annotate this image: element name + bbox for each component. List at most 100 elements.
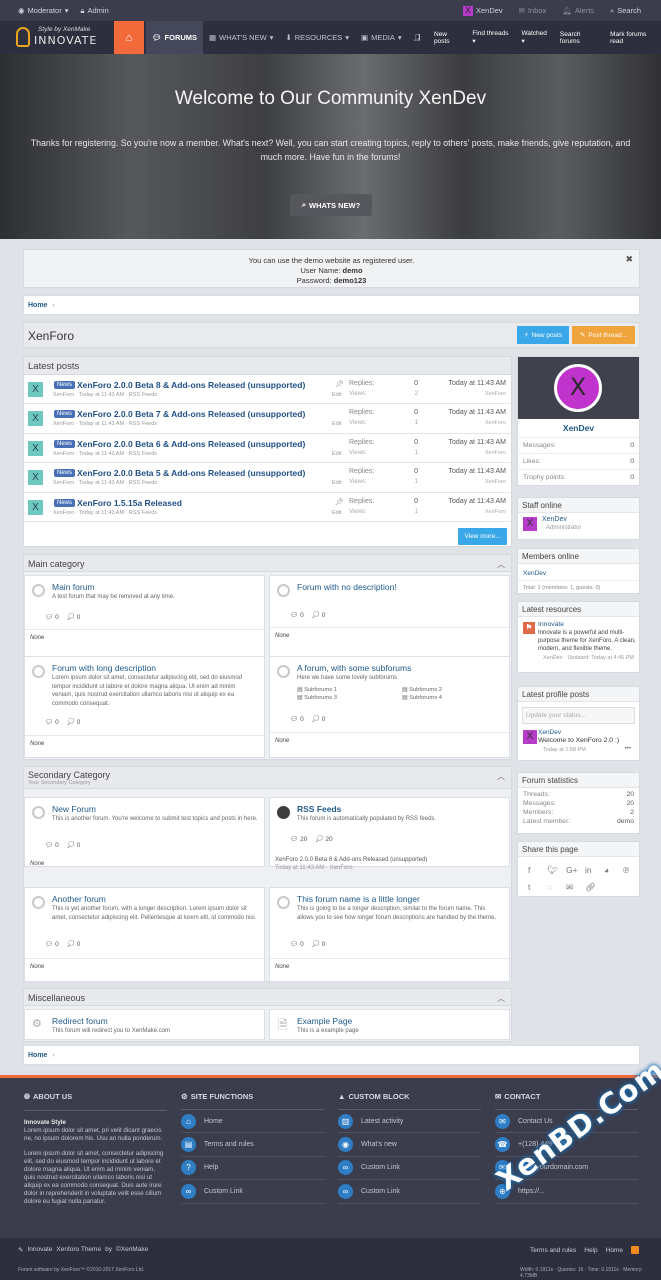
collapse-icon[interactable]: ︿ <box>497 771 505 782</box>
link-icon[interactable]: 🔗︎ <box>585 882 604 893</box>
subforum-link[interactable]: ▤ Subforums 1 <box>297 687 402 693</box>
tumblr-icon[interactable]: t <box>528 882 547 893</box>
last-post-user[interactable]: XenForo <box>485 509 506 515</box>
forum-card[interactable]: New Forum This is another forum. You're … <box>24 797 265 867</box>
forum-card[interactable]: This forum name is a little longer This … <box>269 887 510 982</box>
user-avatar[interactable]: X <box>28 470 43 486</box>
category-title[interactable]: Secondary Category <box>28 770 507 780</box>
forum-name[interactable]: New Forum <box>52 804 96 814</box>
category-title[interactable]: Miscellaneous <box>28 993 85 1003</box>
footer-link[interactable]: ∞ Custom Link <box>338 1157 481 1181</box>
forum-name[interactable]: Example Page <box>297 1016 352 1026</box>
whatsapp-icon[interactable]: ◌ <box>547 882 566 893</box>
forum-card[interactable]: A forum, with some subforums Here we hav… <box>269 656 510 758</box>
forum-name[interactable]: This forum name is a little longer <box>297 894 420 904</box>
close-icon[interactable]: ✖ <box>625 254 633 264</box>
profile-avatar[interactable]: X <box>554 364 602 412</box>
subnav-mark-read[interactable]: Mark forums read <box>610 31 661 45</box>
forum-name[interactable]: A forum, with some subforums <box>297 663 411 673</box>
reddit-icon[interactable]: ◕ <box>604 865 623 876</box>
footer-link[interactable]: ▤ Terms and rules <box>181 1133 324 1157</box>
forum-card[interactable]: Forum with long description Lorem ipsum … <box>24 656 265 758</box>
view-more-button[interactable]: View more... <box>458 528 507 545</box>
latest-post-row[interactable]: X News XenForo 2.0.0 Beta 8 & Add-ons Rele… <box>24 375 511 405</box>
subnav-watched[interactable]: Watched ▾ <box>521 30 551 45</box>
footer-link[interactable]: ∞ Custom Link <box>338 1180 481 1204</box>
forum-card[interactable]: RSS Feeds This forum is automatically po… <box>269 797 510 871</box>
user-menu[interactable]: X XenDev <box>462 5 503 16</box>
breadcrumb-home[interactable]: Home <box>28 302 47 309</box>
latest-post-row[interactable]: X News XenForo 2.0.0 Beta 6 & Add-ons Rele… <box>24 434 511 464</box>
footer-link[interactable]: ∞ Custom Link <box>181 1180 324 1204</box>
thread-title[interactable]: XenForo 2.0.0 Beta 8 & Add-ons Released … <box>77 380 305 390</box>
last-post-date[interactable]: Today at 11:43 AM <box>449 468 506 475</box>
edit-link[interactable]: Edit <box>332 392 341 398</box>
forum-card[interactable]: Another forum This is yet another forum,… <box>24 887 265 982</box>
last-post-date[interactable]: Today at 11:43 AM <box>449 409 506 416</box>
tab-media[interactable]: ▣ MEDIA ▾ <box>355 21 408 54</box>
latest-post-row[interactable]: X News XenForo 1.5.15a Released XenForo · T… <box>24 493 511 522</box>
user-avatar[interactable]: X <box>523 730 537 744</box>
forum-name[interactable]: Forum with long description <box>52 663 156 673</box>
category-title[interactable]: Main category <box>28 559 85 569</box>
admin-link[interactable]: 🔒︎ Admin <box>81 6 109 16</box>
twitter-icon[interactable]: 🐦︎ <box>547 865 566 876</box>
alerts-link[interactable]: 🔔︎ Alerts <box>562 6 594 15</box>
latest-post-row[interactable]: X News XenForo 2.0.0 Beta 7 & Add-ons Rele… <box>24 404 511 434</box>
moderator-menu[interactable]: ◉ Moderator ▾ <box>18 6 69 16</box>
email-icon[interactable]: ✉ <box>566 882 585 893</box>
last-post-date[interactable]: Today at 11:43 AM <box>449 380 506 387</box>
user-avatar[interactable]: X <box>28 499 43 515</box>
user-avatar[interactable]: X <box>28 382 43 397</box>
footer-link[interactable]: ⌂ Home <box>181 1110 324 1134</box>
last-post-user[interactable]: XenForo <box>485 479 506 485</box>
footer-link[interactable]: ◉ What's new <box>338 1133 481 1157</box>
forum-card[interactable]: ⚙ Redirect forum This forum will redirec… <box>24 1009 265 1040</box>
last-post-user[interactable]: XenForo <box>485 391 506 397</box>
footer-link[interactable]: ? Help <box>181 1157 324 1181</box>
collapse-icon[interactable]: ︿ <box>497 559 505 570</box>
forum-card[interactable]: Forum with no description! 💬︎ 0 💭︎ 0 None <box>269 575 510 660</box>
subnav-find-threads[interactable]: Find threads ▾ <box>472 30 513 45</box>
pinterest-icon[interactable]: ℗ <box>623 865 642 876</box>
post-thread-button[interactable]: ✎ Post thread... <box>572 326 635 344</box>
tab-whats-new[interactable]: ▦ WHAT'S NEW ▾ <box>203 21 279 54</box>
edit-link[interactable]: Edit <box>332 451 341 457</box>
google-plus-icon[interactable]: G+ <box>566 865 585 876</box>
site-logo[interactable]: Style by XenMake INNOVATE <box>16 25 96 51</box>
thread-title[interactable]: XenForo 1.5.15a Released <box>77 498 182 508</box>
edit-link[interactable]: Edit <box>332 510 341 516</box>
subnav-search-forums[interactable]: Search forums <box>560 31 602 45</box>
breadcrumb-home[interactable]: Home <box>28 1052 47 1059</box>
forum-card[interactable]: 🗎︎ Example Page This is a example page <box>269 1009 510 1040</box>
footer-terms-link[interactable]: Terms and rules <box>530 1247 576 1254</box>
forum-name[interactable]: Forum with no description! <box>297 582 397 592</box>
user-avatar[interactable]: X <box>28 440 43 456</box>
resource-icon[interactable]: ⚑ <box>523 622 535 634</box>
more-icon[interactable]: ••• <box>625 746 631 752</box>
subforum-link[interactable]: ▤ Subforums 4 <box>402 695 507 701</box>
forum-name[interactable]: RSS Feeds <box>297 804 341 814</box>
footer-link[interactable]: ▥ Latest activity <box>338 1110 481 1134</box>
last-post-date[interactable]: Today at 11:43 AM <box>449 498 506 505</box>
inbox-link[interactable]: ✉ Inbox <box>519 6 547 15</box>
user-avatar[interactable]: X <box>523 517 537 531</box>
latest-post-row[interactable]: X News XenForo 2.0.0 Beta 5 & Add-ons Rele… <box>24 463 511 493</box>
last-post-user[interactable]: XenForo <box>485 450 506 456</box>
forum-last-post[interactable]: XenForo 2.0.0 Beta 8 & Add-ons Released … <box>270 852 509 876</box>
facebook-icon[interactable]: f <box>528 865 547 876</box>
forum-name[interactable]: Redirect forum <box>52 1016 108 1026</box>
subforum-link[interactable]: ▤ Subforums 2 <box>402 687 507 693</box>
status-input[interactable]: Update your status... <box>522 707 635 724</box>
collapse-icon[interactable]: ︿ <box>497 993 505 1004</box>
user-avatar[interactable]: X <box>28 411 43 427</box>
forum-name[interactable]: Main forum <box>52 582 95 592</box>
forum-name[interactable]: Another forum <box>52 894 106 904</box>
footer-home-link[interactable]: Home <box>606 1247 623 1254</box>
tab-resources[interactable]: ⬇ RESOURCES ▾ <box>279 21 355 54</box>
edit-link[interactable]: Edit <box>332 480 341 486</box>
subforum-link[interactable]: ▤ Subforums 3 <box>297 695 402 701</box>
thread-title[interactable]: XenForo 2.0.0 Beta 7 & Add-ons Released … <box>77 409 305 419</box>
search-link[interactable]: ⌕ Search <box>610 6 641 16</box>
last-post-user[interactable]: XenForo <box>485 420 506 426</box>
